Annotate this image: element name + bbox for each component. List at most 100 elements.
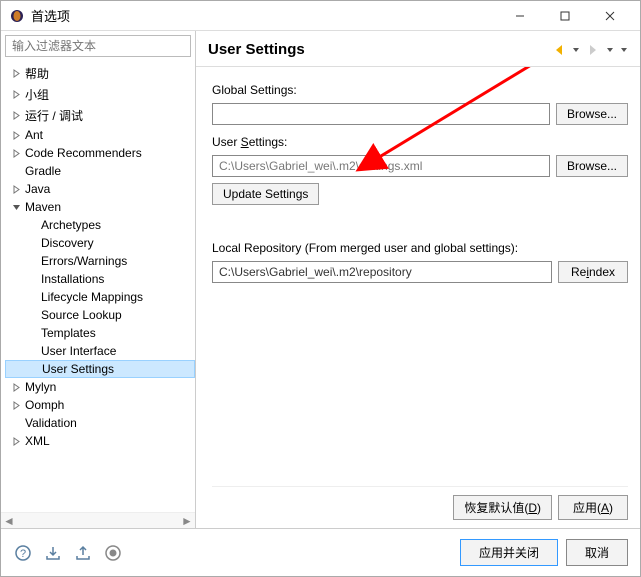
- chevron-right-icon[interactable]: [9, 380, 23, 394]
- content-area: Global Settings: Browse... User Settings…: [196, 67, 640, 528]
- back-button[interactable]: [552, 43, 566, 57]
- svg-text:?: ?: [20, 548, 26, 560]
- tree-item-gradle[interactable]: Gradle: [5, 162, 195, 180]
- tree-item-label: Discovery: [39, 236, 94, 250]
- preferences-tree[interactable]: 帮助小组运行 / 调试 Ant Code Recommenders Gradle Jav…: [1, 61, 195, 512]
- tree-item-label: Ant: [23, 128, 43, 142]
- update-settings-button[interactable]: Update Settings: [212, 183, 319, 205]
- chevron-right-icon[interactable]: [9, 146, 23, 160]
- tree-item-code-recommenders[interactable]: Code Recommenders: [5, 144, 195, 162]
- minimize-button[interactable]: [497, 2, 542, 30]
- restore-defaults-button[interactable]: 恢复默认值(D): [453, 495, 552, 520]
- tree-item-label: Templates: [39, 326, 96, 340]
- back-menu-button[interactable]: [572, 46, 580, 54]
- chevron-right-icon[interactable]: [9, 109, 23, 123]
- reindex-button[interactable]: Reindex: [558, 261, 628, 283]
- tree-item-label: Mylyn: [23, 380, 56, 394]
- tree-item--[interactable]: 运行 / 调试: [5, 105, 195, 126]
- footer-icons: ?: [13, 543, 123, 563]
- apply-button[interactable]: 应用(A): [558, 495, 628, 520]
- tree-item-user-interface[interactable]: User Interface: [5, 342, 195, 360]
- local-repo-input: [212, 261, 552, 283]
- nav-controls: [552, 43, 628, 57]
- chevron-down-icon[interactable]: [9, 200, 23, 214]
- local-repo-row: Reindex: [212, 261, 628, 283]
- tree-item-label: Source Lookup: [39, 308, 122, 322]
- sidebar: 帮助小组运行 / 调试 Ant Code Recommenders Gradle Jav…: [1, 31, 196, 528]
- spacer: [212, 211, 628, 231]
- tree-item-templates[interactable]: Templates: [5, 324, 195, 342]
- chevron-right-icon[interactable]: [9, 398, 23, 412]
- footer: ? 应用并关闭 取消: [1, 528, 640, 576]
- export-icon[interactable]: [73, 543, 93, 563]
- tree-item--[interactable]: 帮助: [5, 63, 195, 84]
- tree-item-label: Lifecycle Mappings: [39, 290, 143, 304]
- tree-item-validation[interactable]: Validation: [5, 414, 195, 432]
- tree-item-user-settings[interactable]: User Settings: [5, 360, 195, 378]
- tree-item-ant[interactable]: Ant: [5, 126, 195, 144]
- chevron-none: [9, 416, 23, 430]
- browse-global-button[interactable]: Browse...: [556, 103, 628, 125]
- tree-item-oomph[interactable]: Oomph: [5, 396, 195, 414]
- help-icon[interactable]: ?: [13, 543, 33, 563]
- tree-item-label: Code Recommenders: [23, 146, 142, 160]
- chevron-right-icon[interactable]: [9, 182, 23, 196]
- page-buttons: 恢复默认值(D) 应用(A): [212, 486, 628, 520]
- local-repo-label: Local Repository (From merged user and g…: [212, 241, 628, 255]
- scroll-left-icon[interactable]: ◄: [1, 513, 17, 528]
- maximize-button[interactable]: [542, 2, 587, 30]
- update-settings-row: Update Settings: [212, 183, 628, 205]
- tree-item-label: Validation: [23, 416, 77, 430]
- tree-item-mylyn[interactable]: Mylyn: [5, 378, 195, 396]
- tree-item-xml[interactable]: XML: [5, 432, 195, 450]
- main-panel: User Settings Global Settings: B: [196, 31, 640, 528]
- cancel-button[interactable]: 取消: [566, 539, 628, 566]
- tree-item-lifecycle-mappings[interactable]: Lifecycle Mappings: [5, 288, 195, 306]
- page-menu-button[interactable]: [620, 46, 628, 54]
- import-icon[interactable]: [43, 543, 63, 563]
- browse-user-button[interactable]: Browse...: [556, 155, 628, 177]
- close-button[interactable]: [587, 2, 632, 30]
- chevron-none: [25, 218, 39, 232]
- tree-item-label: 帮助: [23, 65, 49, 82]
- tree-item-maven[interactable]: Maven: [5, 198, 195, 216]
- global-settings-input[interactable]: [212, 103, 550, 125]
- chevron-none: [25, 344, 39, 358]
- titlebar: 首选项: [1, 1, 640, 31]
- filter-input[interactable]: [5, 35, 191, 57]
- record-icon[interactable]: [103, 543, 123, 563]
- tree-item-label: Maven: [23, 200, 61, 214]
- tree-item--[interactable]: 小组: [5, 84, 195, 105]
- global-settings-label: Global Settings:: [212, 83, 628, 97]
- chevron-right-icon[interactable]: [9, 128, 23, 142]
- tree-item-java[interactable]: Java: [5, 180, 195, 198]
- tree-item-label: User Interface: [39, 344, 116, 358]
- chevron-right-icon[interactable]: [9, 67, 23, 81]
- chevron-none: [25, 290, 39, 304]
- tree-item-source-lookup[interactable]: Source Lookup: [5, 306, 195, 324]
- chevron-right-icon[interactable]: [9, 434, 23, 448]
- dialog-body: 帮助小组运行 / 调试 Ant Code Recommenders Gradle Jav…: [1, 31, 640, 528]
- chevron-none: [25, 272, 39, 286]
- tree-item-errors-warnings[interactable]: Errors/Warnings: [5, 252, 195, 270]
- horizontal-scrollbar[interactable]: ◄ ►: [1, 512, 195, 528]
- tree-item-label: Errors/Warnings: [39, 254, 127, 268]
- forward-button[interactable]: [586, 43, 600, 57]
- user-settings-row: Browse...: [212, 155, 628, 177]
- forward-menu-button[interactable]: [606, 46, 614, 54]
- chevron-none: [25, 326, 39, 340]
- user-settings-input[interactable]: [212, 155, 550, 177]
- user-settings-label: User Settings:: [212, 135, 628, 149]
- tree-item-discovery[interactable]: Discovery: [5, 234, 195, 252]
- apply-close-button[interactable]: 应用并关闭: [460, 539, 558, 566]
- main-header: User Settings: [196, 31, 640, 67]
- scroll-right-icon[interactable]: ►: [179, 513, 195, 528]
- chevron-right-icon[interactable]: [9, 88, 23, 102]
- tree-item-label: Installations: [39, 272, 104, 286]
- tree-item-label: Gradle: [23, 164, 61, 178]
- preferences-dialog: 首选项 帮助小组运行 / 调试 Ant Code Recommenders Gradl…: [0, 0, 641, 577]
- tree-item-installations[interactable]: Installations: [5, 270, 195, 288]
- window-controls: [497, 2, 632, 30]
- tree-item-archetypes[interactable]: Archetypes: [5, 216, 195, 234]
- global-settings-row: Browse...: [212, 103, 628, 125]
